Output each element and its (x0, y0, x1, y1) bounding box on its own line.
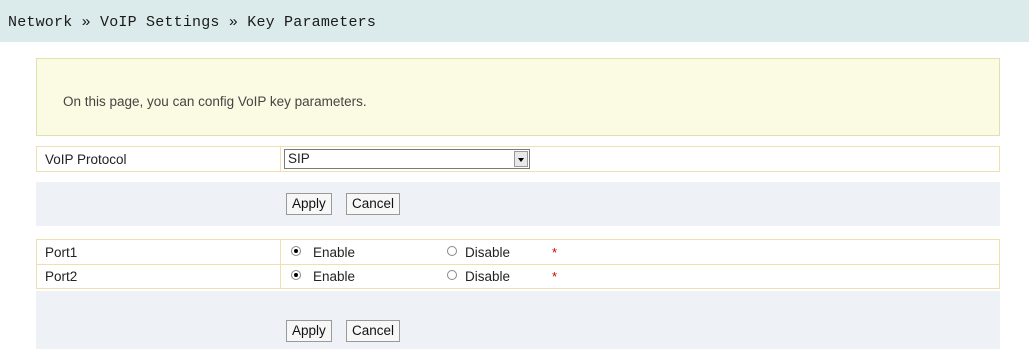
port2-enable-label: Enable (313, 269, 356, 284)
protocol-row: VoIP Protocol SIP (36, 146, 1000, 172)
port1-enable-label: Enable (313, 245, 356, 260)
info-box: On this page, you can config VoIP key pa… (36, 58, 1000, 136)
divider (280, 147, 281, 171)
protocol-button-row: Apply Cancel (36, 182, 1000, 226)
required-marker: * (552, 269, 558, 284)
info-text: On this page, you can config VoIP key pa… (63, 94, 367, 109)
protocol-label: VoIP Protocol (45, 152, 127, 167)
cancel-button[interactable]: Cancel (346, 320, 401, 342)
apply-button[interactable]: Apply (286, 193, 332, 215)
protocol-select[interactable]: SIP (284, 149, 530, 169)
port2-disable-label: Disable (465, 269, 511, 284)
ports-button-row: Apply Cancel (36, 291, 1000, 349)
port1-disable-label: Disable (465, 245, 511, 260)
port1-label: Port1 (45, 245, 78, 260)
breadcrumb: Network » VoIP Settings » Key Parameters (0, 0, 1029, 42)
port2-label: Port2 (45, 269, 78, 284)
row-divider (37, 264, 999, 265)
apply-button[interactable]: Apply (286, 320, 332, 342)
required-marker: * (552, 245, 558, 260)
port1-enable-radio[interactable] (291, 246, 301, 256)
port1-disable-radio[interactable] (447, 246, 457, 256)
protocol-select-value: SIP (288, 151, 310, 166)
port2-enable-radio[interactable] (291, 270, 301, 280)
ports-table: Port1 Enable Disable * Port2 Enable Disa… (36, 239, 1000, 289)
port2-disable-radio[interactable] (447, 270, 457, 280)
breadcrumb-text: Network » VoIP Settings » Key Parameters (8, 14, 377, 31)
cancel-button[interactable]: Cancel (346, 193, 401, 215)
chevron-down-icon[interactable] (514, 151, 528, 167)
